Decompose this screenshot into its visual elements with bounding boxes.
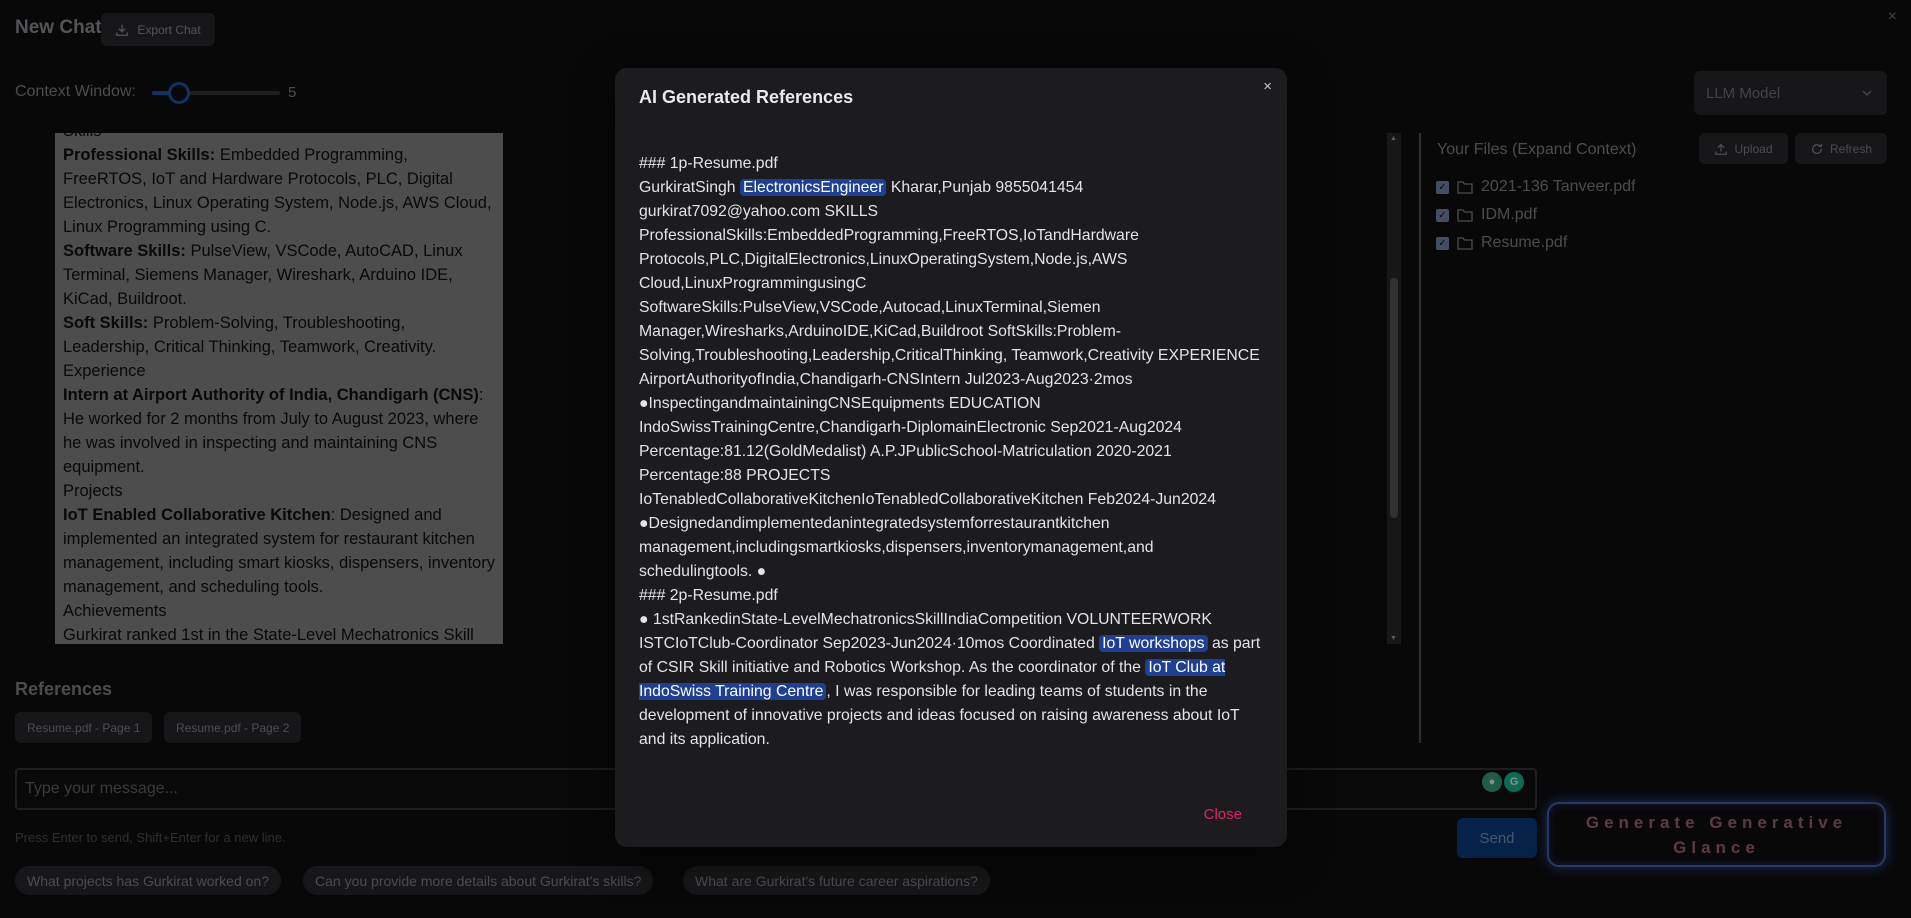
highlight: ElectronicsEngineer: [739, 179, 887, 196]
reference-text: GurkiratSingh ElectronicsEngineer Kharar…: [639, 176, 1264, 584]
reference-rest: Kharar,Punjab 9855041454 gurkirat7092@ya…: [639, 179, 1260, 580]
reference-name: GurkiratSingh: [639, 179, 736, 196]
modal-close-button[interactable]: Close: [1204, 806, 1242, 823]
reference-text: ● 1stRankedinState-LevelMechatronicsSkil…: [639, 608, 1264, 752]
highlight: IoT workshops: [1099, 635, 1208, 652]
reference-heading: ### 1p-Resume.pdf: [639, 155, 778, 172]
reference-heading: ### 2p-Resume.pdf: [639, 587, 778, 604]
references-modal: AI Generated References × ### 1p-Resume.…: [615, 68, 1287, 847]
modal-body: ### 1p-Resume.pdf GurkiratSingh Electron…: [639, 152, 1264, 752]
modal-close-icon[interactable]: ×: [1263, 78, 1272, 95]
modal-title: AI Generated References: [639, 87, 854, 107]
